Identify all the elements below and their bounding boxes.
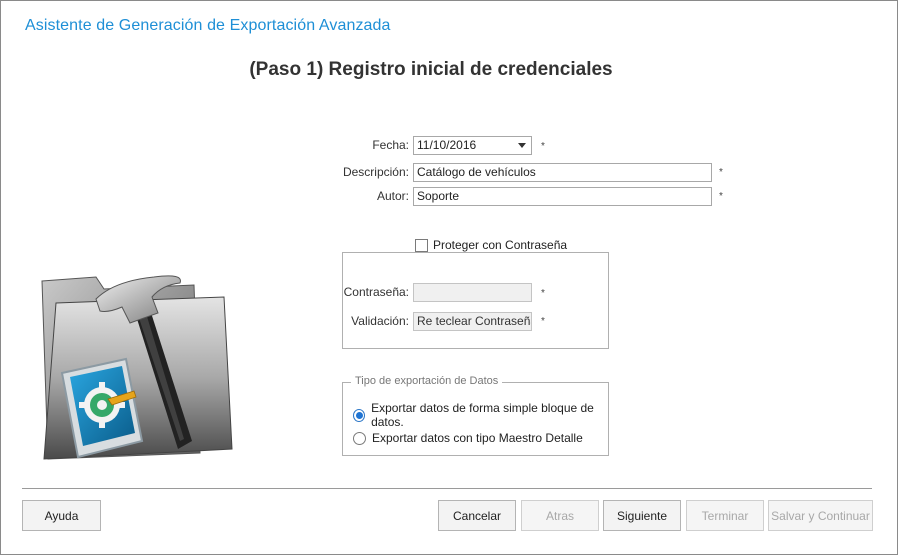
cancel-button[interactable]: Cancelar: [438, 500, 516, 531]
wizard-window: Asistente de Generación de Exportación A…: [0, 0, 898, 555]
autor-input[interactable]: Soporte: [413, 187, 712, 206]
export-type-group: Tipo de exportación de Datos Exportar da…: [342, 375, 609, 456]
required-mark: *: [719, 167, 723, 178]
protect-password-label: Proteger con Contraseña: [433, 238, 568, 252]
chevron-down-icon[interactable]: [513, 137, 531, 154]
export-master-detail-radio[interactable]: [353, 431, 366, 445]
validacion-input[interactable]: Re teclear Contraseña: [413, 312, 532, 331]
validacion-label: Validación:: [351, 314, 409, 328]
fecha-date-picker[interactable]: 11/10/2016: [413, 136, 532, 155]
export-simple-radio[interactable]: [353, 408, 366, 422]
contrasena-label: Contraseña:: [343, 285, 409, 299]
footer-divider: [22, 488, 872, 489]
protect-password-option[interactable]: Proteger con Contraseña: [415, 238, 567, 252]
required-mark: *: [541, 141, 545, 152]
back-button[interactable]: Atras: [521, 500, 599, 531]
wizard-title: Asistente de Generación de Exportación A…: [25, 17, 391, 34]
protect-password-checkbox[interactable]: [415, 238, 428, 252]
required-mark: *: [541, 316, 545, 327]
export-master-detail-label: Exportar datos con tipo Maestro Detalle: [372, 431, 583, 445]
fecha-label: Fecha:: [372, 138, 409, 152]
finish-button[interactable]: Terminar: [686, 500, 764, 531]
step-title: (Paso 1) Registro inicial de credenciale…: [249, 59, 613, 80]
export-master-detail-option[interactable]: Exportar datos con tipo Maestro Detalle: [353, 431, 583, 445]
folder-hammer-settings-icon: [41, 275, 233, 460]
next-button[interactable]: Siguiente: [603, 500, 681, 531]
help-button[interactable]: Ayuda: [22, 500, 101, 531]
contrasena-input[interactable]: [413, 283, 532, 302]
descripcion-label: Descripción:: [342, 165, 409, 179]
autor-label: Autor:: [376, 189, 409, 203]
export-simple-option[interactable]: Exportar datos de forma simple bloque de…: [353, 401, 608, 429]
export-type-legend: Tipo de exportación de Datos: [351, 375, 503, 387]
required-mark: *: [541, 288, 545, 299]
export-simple-label: Exportar datos de forma simple bloque de…: [371, 401, 594, 429]
required-mark: *: [719, 191, 723, 202]
fecha-value: 11/10/2016: [417, 138, 477, 152]
descripcion-input[interactable]: Catálogo de vehículos: [413, 163, 712, 182]
save-continue-button[interactable]: Salvar y Continuar: [768, 500, 873, 531]
